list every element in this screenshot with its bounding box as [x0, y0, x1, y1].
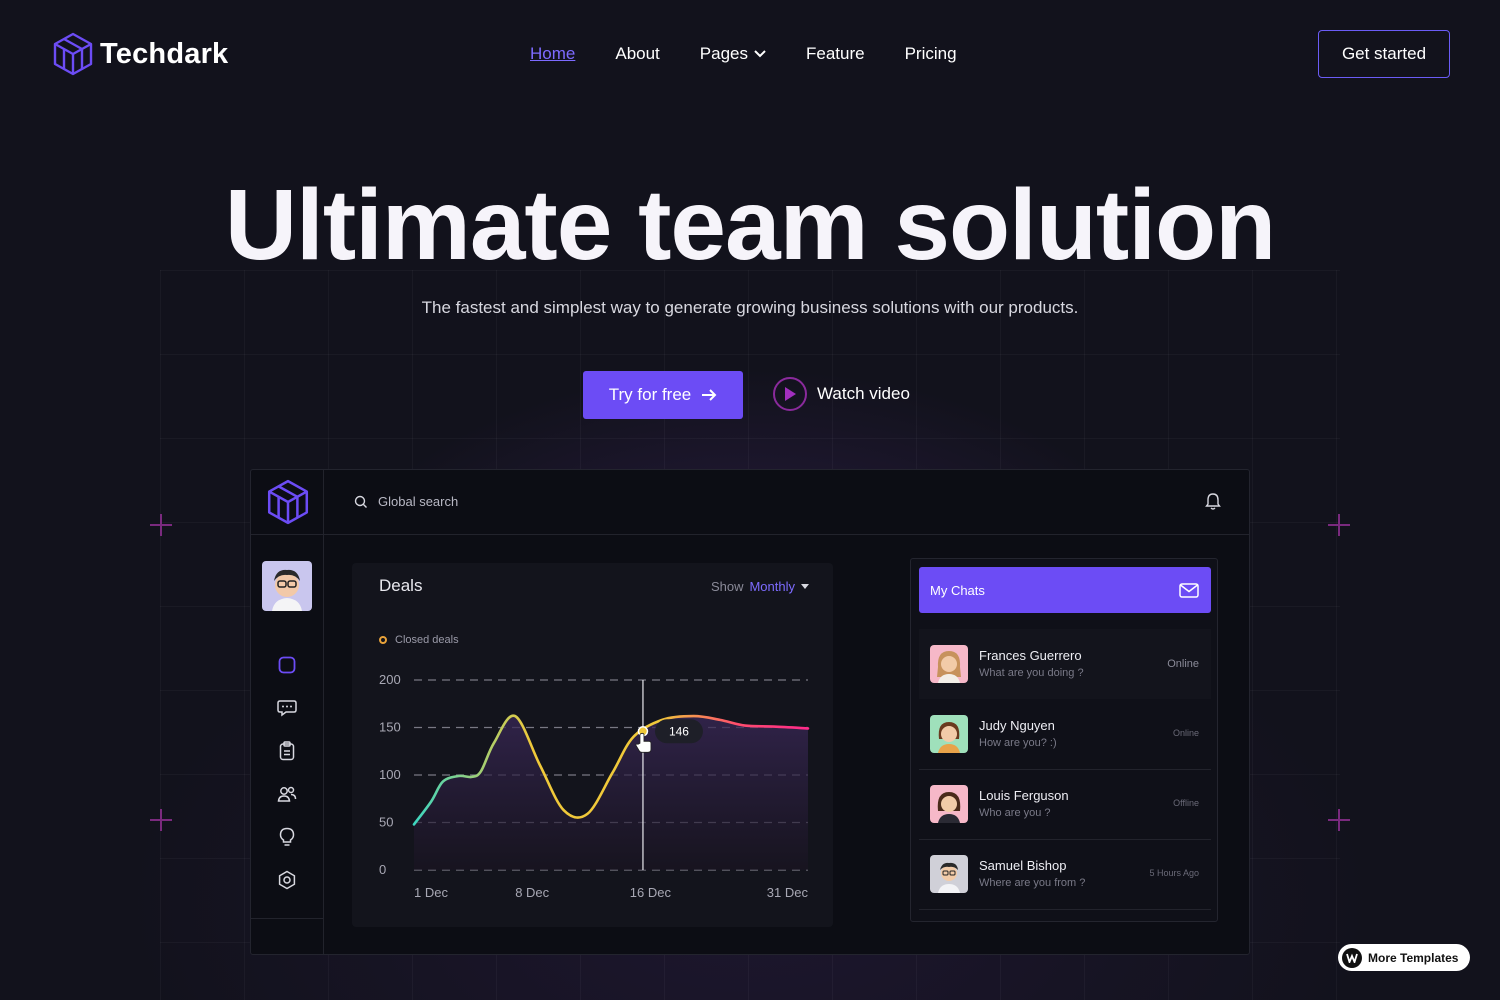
- chat-name: Louis Ferguson: [979, 788, 1069, 803]
- dashboard-preview: Global search Deals Show Monthly Closed …: [250, 469, 1250, 955]
- watch-video-button[interactable]: Watch video: [773, 377, 910, 411]
- y-tick-label: 100: [379, 767, 401, 782]
- chat-message: Who are you ?: [979, 807, 1051, 819]
- nav-feature-link[interactable]: Feature: [806, 44, 865, 64]
- period-selector[interactable]: Show Monthly: [711, 579, 809, 594]
- hero-title: Ultimate team solution: [224, 169, 1276, 281]
- settings-nav-icon[interactable]: [276, 869, 298, 891]
- y-tick-label: 50: [379, 815, 393, 830]
- y-tick-label: 0: [379, 862, 386, 877]
- chats-card: My Chats Frances Guerrero What are you d…: [910, 558, 1218, 922]
- plus-decoration: [1328, 514, 1350, 536]
- x-tick-label: 31 Dec: [767, 885, 809, 900]
- chat-name: Samuel Bishop: [979, 858, 1067, 873]
- chat-status: Online: [1167, 658, 1199, 670]
- sidebar-logo[interactable]: [251, 470, 324, 535]
- y-tick-label: 200: [379, 672, 401, 687]
- tooltip-value: 146: [669, 724, 689, 738]
- nav-about-link[interactable]: About: [615, 44, 659, 64]
- x-tick-label: 1 Dec: [414, 885, 448, 900]
- chat-message: Where are you from ?: [979, 877, 1086, 889]
- chat-message: How are you? :): [979, 737, 1057, 749]
- avatar: [930, 715, 968, 753]
- search-input[interactable]: Global search: [378, 494, 458, 509]
- cube-logo-icon: [53, 32, 93, 76]
- global-search[interactable]: Global search: [354, 494, 458, 509]
- legend-marker: [379, 636, 387, 644]
- chat-message: What are you doing ?: [979, 667, 1084, 679]
- dashboard-nav-icon[interactable]: [276, 654, 298, 676]
- deals-card: Deals Show Monthly Closed deals 0 50 100 15…: [352, 563, 833, 927]
- avatar: [930, 855, 968, 893]
- plus-decoration: [150, 514, 172, 536]
- more-templates-label: More Templates: [1368, 950, 1459, 965]
- deals-line-chart: 0 50 100 150 200 1 Dec 8 Dec 16 Dec 31 Dec 146: [379, 672, 810, 900]
- chats-header: My Chats: [919, 567, 1211, 613]
- hero-subtitle: The fastest and simplest way to generate…: [421, 298, 1079, 317]
- nav-pages-dropdown[interactable]: Pages: [700, 44, 766, 64]
- x-tick-label: 16 Dec: [630, 885, 672, 900]
- users-nav-icon[interactable]: [276, 783, 298, 805]
- area-fill: [414, 715, 808, 870]
- main-nav: Home About Pages Feature Pricing: [530, 44, 957, 64]
- chat-status: Offline: [1173, 798, 1199, 808]
- chat-list-item[interactable]: Frances Guerrero What are you doing ? On…: [919, 629, 1211, 699]
- brand-logo[interactable]: Techdark: [52, 31, 228, 77]
- get-started-button[interactable]: Get started: [1318, 30, 1450, 78]
- x-tick-label: 8 Dec: [515, 885, 549, 900]
- nav-pages-label: Pages: [699, 44, 748, 63]
- avatar: [930, 785, 968, 823]
- cube-logo-icon: [267, 479, 308, 525]
- chart-legend: Closed deals: [379, 634, 459, 646]
- dashboard-sidebar: [251, 470, 324, 954]
- brand-badge-icon: [1342, 947, 1362, 968]
- watch-video-label: Watch video: [817, 384, 910, 403]
- search-icon: [354, 495, 367, 508]
- try-for-free-label: Try for free: [608, 385, 692, 404]
- avatar: [930, 645, 968, 683]
- user-avatar[interactable]: [262, 561, 312, 611]
- chat-name: Judy Nguyen: [979, 718, 1055, 733]
- plus-decoration: [150, 809, 172, 831]
- nav-pricing-link[interactable]: Pricing: [905, 44, 957, 64]
- caret-down-icon: [801, 584, 809, 589]
- chat-status: Online: [1172, 728, 1199, 738]
- more-templates-badge[interactable]: More Templates: [1338, 944, 1470, 971]
- chat-status: 5 Hours Ago: [1149, 868, 1199, 878]
- chevron-down-icon: [754, 50, 766, 58]
- try-for-free-button[interactable]: Try for free: [583, 371, 743, 419]
- y-tick-label: 150: [379, 720, 401, 735]
- plus-decoration: [1328, 809, 1350, 831]
- play-icon: [773, 377, 807, 411]
- chat-list-item[interactable]: Louis Ferguson Who are you ? Offline: [919, 769, 1211, 839]
- chat-list-item[interactable]: Judy Nguyen How are you? :) Online: [919, 699, 1211, 769]
- deals-title: Deals: [379, 576, 423, 595]
- divider: [919, 909, 1211, 910]
- lightbulb-nav-icon[interactable]: [276, 826, 298, 848]
- chat-name: Frances Guerrero: [979, 648, 1082, 663]
- dashboard-topbar: Global search: [324, 470, 1249, 535]
- legend-label: Closed deals: [395, 634, 459, 646]
- sidebar-divider: [251, 918, 324, 919]
- chat-list-item[interactable]: Samuel Bishop Where are you from ? 5 Hou…: [919, 839, 1211, 909]
- bell-icon[interactable]: [1205, 492, 1221, 515]
- arrow-right-icon: [702, 389, 717, 401]
- brand-name: Techdark: [100, 37, 229, 70]
- mail-icon[interactable]: [1179, 582, 1199, 598]
- show-label: Show: [710, 579, 744, 594]
- messages-nav-icon[interactable]: [276, 697, 298, 719]
- period-value: Monthly: [749, 579, 795, 594]
- nav-home-link[interactable]: Home: [530, 44, 575, 64]
- chats-title: My Chats: [930, 582, 985, 598]
- clipboard-nav-icon[interactable]: [276, 740, 298, 762]
